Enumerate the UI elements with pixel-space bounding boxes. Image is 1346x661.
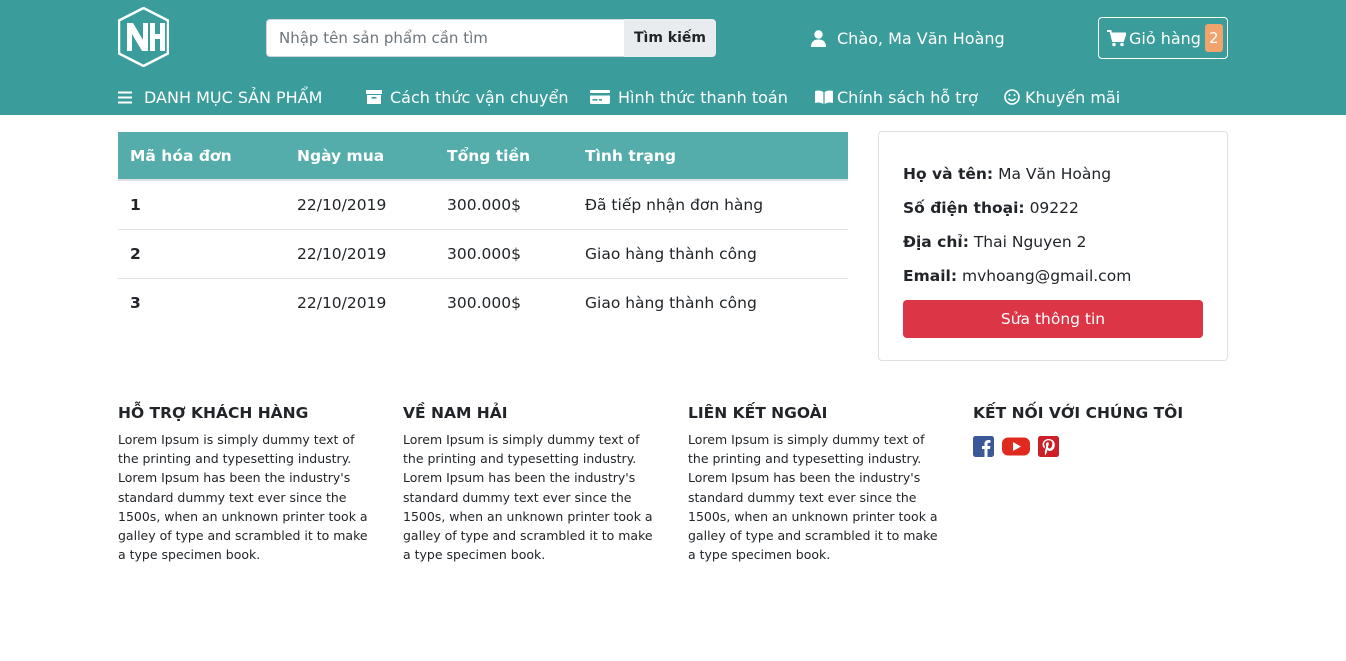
nav-item-label: Hình thức thanh toán [618,87,788,107]
logo-icon [117,6,170,68]
column-header-status: Tình trạng [573,132,848,181]
profile-email-row: Email: mvhoang@gmail.com [903,264,1203,298]
book-icon [815,90,833,104]
cart-count-badge: 2 [1204,24,1223,52]
profile-name-label: Họ và tên: [903,165,994,183]
footer-column-support: HỖ TRỢ KHÁCH HÀNG Lorem Ipsum is simply … [118,400,374,564]
order-history-table: Mã hóa đơn Ngày mua Tổng tiền Tình trạng… [118,132,848,327]
footer-column-title: VỀ NAM HẢI [403,404,508,422]
nav-item-payment[interactable]: Hình thức thanh toán [590,84,788,110]
order-total: 300.000$ [435,228,573,278]
nav-item-support[interactable]: Chính sách hỗ trợ [815,84,978,110]
footer-column-links: LIÊN KẾT NGOÀI Lorem Ipsum is simply dum… [688,400,944,564]
logo[interactable] [117,6,170,68]
smile-icon [1004,89,1020,105]
order-date: 22/10/2019 [285,228,435,278]
column-header-date: Ngày mua [285,132,435,181]
footer-column-title: HỖ TRỢ KHÁCH HÀNG [118,404,309,422]
footer-column-text: Lorem Ipsum is simply dummy text of the … [688,432,938,563]
search-input[interactable] [266,19,624,57]
profile-name-row: Họ và tên: Ma Văn Hoàng [903,162,1203,196]
cart-label: Giỏ hàng [1129,28,1201,48]
nav-item-categories[interactable]: DANH MỤC SẢN PHẨM [118,84,322,110]
nav-item-label: Khuyến mãi [1025,87,1121,107]
pinterest-icon[interactable] [1038,436,1059,457]
order-status: Đã tiếp nhận đơn hàng [585,195,764,214]
main-nav: DANH MỤC SẢN PHẨM Cách thức vận chuyển H… [0,84,1346,110]
order-status: Giao hàng thành công [573,228,848,278]
footer-column-title: KẾT NỐI VỚI CHÚNG TÔI [973,404,1184,422]
table-row[interactable]: 3 22/10/2019 300.000$ Giao hàng thành cô… [118,277,848,327]
order-id: 2 [118,228,285,278]
edit-profile-button[interactable]: Sửa thông tin [903,300,1203,338]
order-date: 22/10/2019 [297,195,387,214]
archive-icon [366,90,382,104]
nav-item-label: Chính sách hỗ trợ [837,87,978,107]
profile-email-label: Email: [903,267,958,285]
youtube-icon[interactable] [1002,436,1030,457]
cart-button[interactable]: Giỏ hàng 2 [1098,17,1228,59]
footer-column-title: LIÊN KẾT NGOÀI [688,404,828,422]
nav-item-label: DANH MỤC SẢN PHẨM [144,87,323,107]
order-total: 300.000$ [435,277,573,327]
profile-phone-label: Số điện thoại: [903,199,1025,217]
user-greeting[interactable]: Chào, Ma Văn Hoàng [811,27,1005,49]
profile-card: Họ và tên: Ma Văn Hoàng Số điện thoại: 0… [878,131,1228,361]
profile-phone-value: 09222 [1029,199,1079,217]
profile-address-value: Thai Nguyen 2 [973,233,1087,251]
profile-address-label: Địa chỉ: [903,233,969,251]
profile-email-value: mvhoang@gmail.com [961,267,1132,285]
footer-column-text: Lorem Ipsum is simply dummy text of the … [403,432,653,563]
order-id: 3 [118,277,285,327]
profile-phone-row: Số điện thoại: 09222 [903,196,1203,230]
nav-item-label: Cách thức vận chuyển [390,87,569,107]
search-bar: Tìm kiếm [266,19,716,57]
nav-item-promotions[interactable]: Khuyến mãi [1004,84,1120,110]
greeting-text: Chào, Ma Văn Hoàng [837,28,1005,48]
search-button[interactable]: Tìm kiếm [624,19,716,57]
order-total: 300.000$ [447,195,521,214]
order-date: 22/10/2019 [285,277,435,327]
site-header: Tìm kiếm Chào, Ma Văn Hoàng Giỏ hàng 2 D… [0,0,1346,115]
facebook-icon[interactable] [973,436,994,457]
table-row[interactable]: 1 22/10/2019 300.000$ Đã tiếp nhận đơn h… [118,180,848,229]
footer-column-connect: KẾT NỐI VỚI CHÚNG TÔI [973,400,1229,457]
table-header-row: Mã hóa đơn Ngày mua Tổng tiền Tình trạng [118,132,848,181]
user-icon [811,29,826,47]
profile-address-row: Địa chỉ: Thai Nguyen 2 [903,230,1203,264]
menu-icon [118,91,132,103]
credit-card-icon [590,90,610,104]
column-header-order-id: Mã hóa đơn [118,132,285,181]
footer-column-text: Lorem Ipsum is simply dummy text of the … [118,432,368,563]
social-links [973,436,1229,457]
cart-icon [1107,29,1126,46]
order-status: Giao hàng thành công [573,277,848,327]
nav-item-shipping[interactable]: Cách thức vận chuyển [366,84,568,110]
profile-name-value: Ma Văn Hoàng [998,165,1112,183]
table-row[interactable]: 2 22/10/2019 300.000$ Giao hàng thành cô… [118,228,848,278]
footer-column-about: VỀ NAM HẢI Lorem Ipsum is simply dummy t… [403,400,659,564]
column-header-total: Tổng tiền [435,132,573,181]
order-id: 1 [130,195,141,214]
